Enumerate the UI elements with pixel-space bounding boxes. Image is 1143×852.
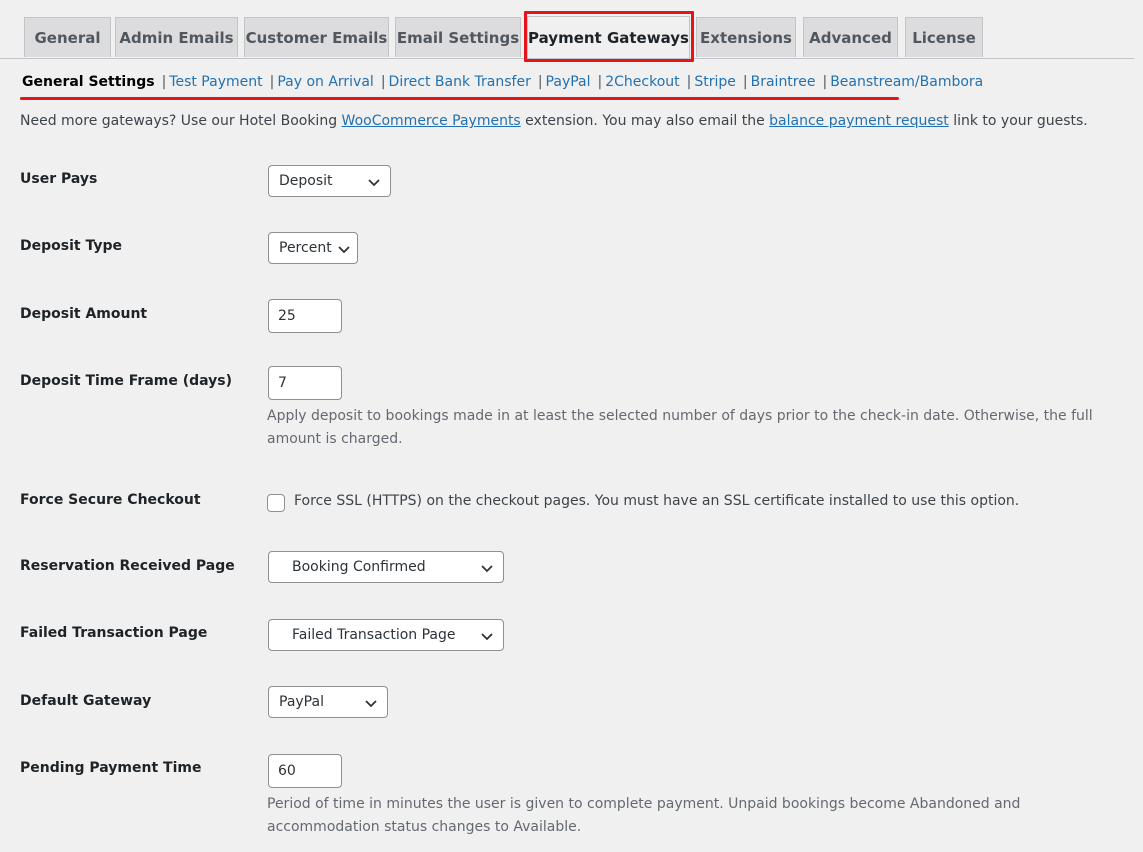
subnav-separator: |: [380, 74, 386, 90]
description-line: Period of time in minutes the user is gi…: [267, 796, 1021, 812]
deposit-amount-label: Deposit Amount: [20, 306, 148, 322]
default-gateway-label: Default Gateway: [20, 693, 152, 709]
subnav-separator: |: [822, 74, 828, 90]
deposit-type-value: Percent: [279, 240, 332, 256]
failed-transaction-page-label: Failed Transaction Page: [20, 625, 208, 641]
subnav-separator: |: [537, 74, 543, 90]
description-line: amount is charged.: [267, 431, 403, 447]
subnav-separator: |: [742, 74, 748, 90]
chevron-down-icon: [481, 633, 493, 641]
balance-payment-request-link[interactable]: balance payment request: [769, 113, 949, 129]
subnav-separator: |: [161, 74, 167, 90]
reservation-received-page-value: Booking Confirmed: [292, 559, 426, 575]
subnav-braintree[interactable]: Braintree: [751, 74, 816, 90]
chevron-down-icon: [338, 246, 350, 254]
user-pays-select[interactable]: Deposit: [268, 165, 391, 197]
subnav-paypal[interactable]: PayPal: [546, 74, 591, 90]
reservation-received-page-select[interactable]: Booking Confirmed: [268, 551, 504, 583]
subnav-general-settings[interactable]: General Settings: [22, 74, 155, 90]
tab-highlight-box: [524, 11, 694, 62]
user-pays-value: Deposit: [279, 173, 333, 189]
tab-customer-emails[interactable]: Customer Emails: [244, 17, 389, 57]
pending-payment-time-description: Period of time in minutes the user is gi…: [267, 793, 1020, 839]
force-secure-checkout-label: Force Secure Checkout: [20, 492, 201, 508]
notice-text: extension. You may also email the: [520, 113, 770, 129]
woocommerce-payments-link[interactable]: WooCommerce Payments: [342, 113, 521, 129]
notice-text: link to your guests.: [948, 113, 1088, 129]
tab-email-settings[interactable]: Email Settings: [395, 17, 521, 57]
pending-payment-time-label: Pending Payment Time: [20, 760, 202, 776]
default-gateway-value: PayPal: [279, 694, 324, 710]
deposit-time-frame-description: Apply deposit to bookings made in at lea…: [267, 405, 1093, 451]
tab-extensions[interactable]: Extensions: [696, 17, 796, 57]
tab-admin-emails[interactable]: Admin Emails: [115, 17, 238, 57]
deposit-type-select[interactable]: Percent: [268, 232, 358, 264]
subnav-separator: |: [686, 74, 692, 90]
description-line: Apply deposit to bookings made in at lea…: [267, 408, 1093, 424]
subnav-pay-on-arrival[interactable]: Pay on Arrival: [277, 74, 374, 90]
subnav-2checkout[interactable]: 2Checkout: [605, 74, 679, 90]
notice-text: Need more gateways? Use our Hotel Bookin…: [20, 113, 342, 129]
subnav-beanstream-bambora[interactable]: Beanstream/Bambora: [830, 74, 983, 90]
description-line: accommodation status changes to Availabl…: [267, 819, 582, 835]
subnav-test-payment[interactable]: Test Payment: [169, 74, 262, 90]
tab-general[interactable]: General: [24, 17, 111, 57]
reservation-received-page-label: Reservation Received Page: [20, 558, 235, 574]
force-ssl-checkbox-label[interactable]: Force SSL (HTTPS) on the checkout pages.…: [294, 493, 1019, 509]
deposit-time-frame-input[interactable]: 7: [268, 366, 342, 400]
subnav-stripe[interactable]: Stripe: [694, 74, 736, 90]
chevron-down-icon: [368, 179, 380, 187]
subnav-direct-bank-transfer[interactable]: Direct Bank Transfer: [389, 74, 531, 90]
force-ssl-checkbox[interactable]: [267, 494, 285, 512]
deposit-time-frame-label: Deposit Time Frame (days): [20, 373, 233, 389]
pending-payment-time-input[interactable]: 60: [268, 754, 342, 788]
chevron-down-icon: [481, 565, 493, 573]
subnav-separator: |: [597, 74, 603, 90]
deposit-type-label: Deposit Type: [20, 238, 122, 254]
chevron-down-icon: [365, 700, 377, 708]
failed-transaction-page-value: Failed Transaction Page: [292, 627, 456, 643]
user-pays-label: User Pays: [20, 171, 98, 187]
subnav-separator: |: [269, 74, 275, 90]
tab-advanced[interactable]: Advanced: [803, 17, 898, 57]
tab-license[interactable]: License: [905, 17, 983, 57]
gateway-subnav: General Settings | Test Payment | Pay on…: [22, 72, 983, 92]
subnav-highlight-underline: [20, 97, 899, 100]
failed-transaction-page-select[interactable]: Failed Transaction Page: [268, 619, 504, 651]
default-gateway-select[interactable]: PayPal: [268, 686, 388, 718]
deposit-amount-input[interactable]: 25: [268, 299, 342, 333]
gateways-notice: Need more gateways? Use our Hotel Bookin…: [20, 113, 1088, 129]
